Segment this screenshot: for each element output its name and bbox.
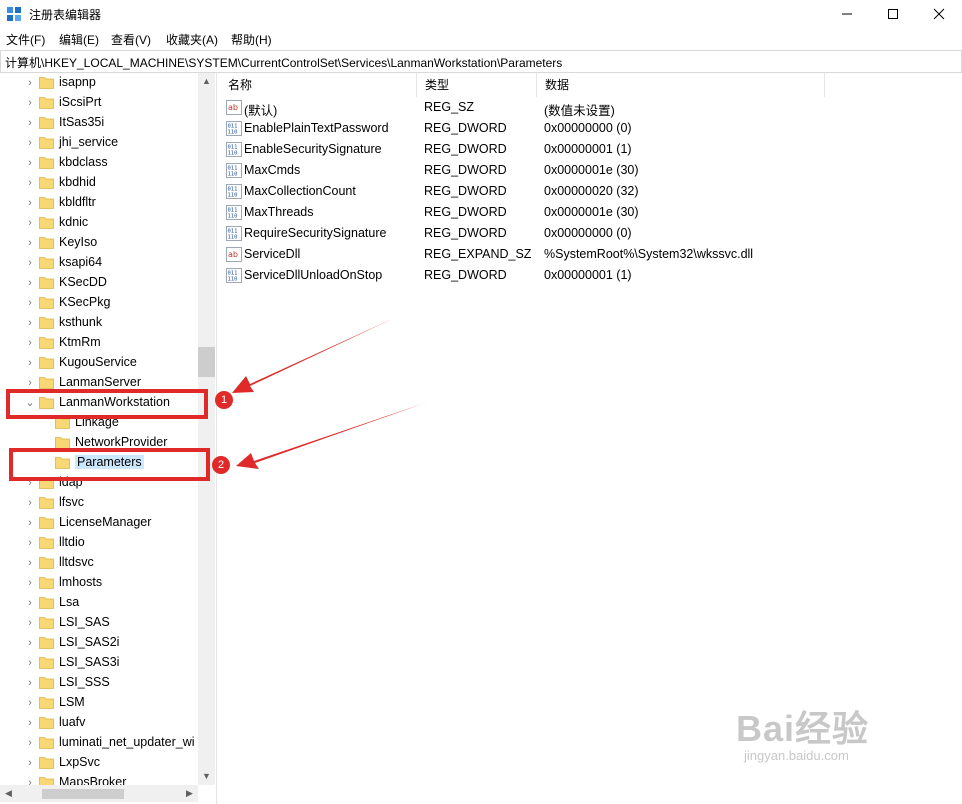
arrow-1 xyxy=(232,319,392,393)
watermark-logo: Bai经验 xyxy=(736,708,870,749)
step-badge-1: 1 xyxy=(215,391,233,409)
baidu-jingyan-watermark: Bai经验 jingyan.baidu.com xyxy=(736,700,936,763)
annotation-arrows xyxy=(232,319,425,469)
step-badge-2: 2 xyxy=(212,456,230,474)
arrow-2 xyxy=(236,403,425,469)
watermark-url: jingyan.baidu.com xyxy=(744,748,849,763)
